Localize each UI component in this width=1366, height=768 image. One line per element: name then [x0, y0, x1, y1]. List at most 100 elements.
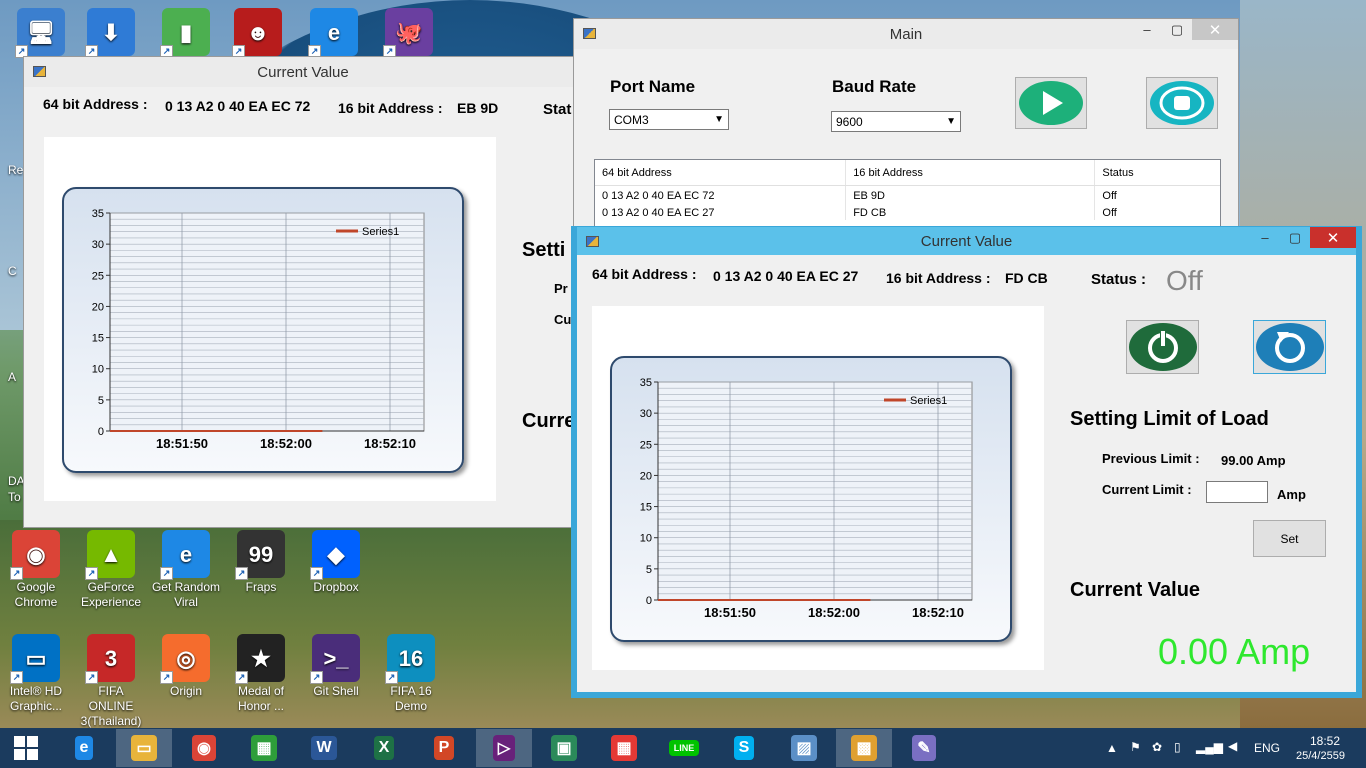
battery-icon[interactable]: ▯: [1174, 740, 1181, 754]
maximize-button[interactable]: ▢: [1162, 19, 1192, 40]
desktop-icon-label: FIFA ONLINE 3(Thailand): [80, 684, 142, 728]
front-window-titlebar[interactable]: Current Value – ▢ ✕: [577, 227, 1356, 255]
taskbar-app-word[interactable]: W: [296, 729, 352, 767]
back-window-titlebar[interactable]: Current Value: [24, 57, 582, 87]
taskbar-app-winforms-app[interactable]: ▩: [836, 729, 892, 767]
taskbar-app-skype[interactable]: S: [716, 729, 772, 767]
photo-icon: ▣: [551, 735, 577, 761]
front-addr64-value: 0 13 A2 0 40 EA EC 27: [713, 268, 859, 284]
desktop-icon-geforce-experience[interactable]: ▲ ↗ GeForce Experience: [75, 530, 147, 610]
back-current-value-window[interactable]: Current Value 64 bit Address : 0 13 A2 0…: [23, 56, 583, 528]
port-name-value: COM3: [614, 112, 649, 127]
start-button[interactable]: [0, 728, 52, 768]
taskbar-apps: e ▭ ◉ ▦ W X P ▷ ▣ ▦ LINE S ▨ ▩ ✎: [56, 729, 956, 767]
plot-area: [109, 212, 425, 432]
refresh-icon: [1255, 323, 1324, 371]
col-header-status[interactable]: Status: [1095, 160, 1220, 185]
app-icon: ▭ ↗: [10, 634, 60, 684]
shortcut-arrow-icon: ↗: [160, 671, 173, 684]
shortcut-arrow-icon: ↗: [85, 567, 98, 580]
app-icon: [583, 28, 596, 39]
minimize-button[interactable]: –: [1132, 19, 1162, 40]
desktop-icon-get-random-viral[interactable]: e ↗ Get Random Viral: [150, 530, 222, 610]
main-window-titlebar[interactable]: Main – ▢ ✕: [574, 19, 1238, 49]
desktop-icon-git-shell[interactable]: >_ ↗ Git Shell: [300, 634, 372, 699]
legend-label: Series1: [362, 226, 399, 238]
desktop-icon-fifa-16-demo[interactable]: 16 ↗ FIFA 16 Demo: [375, 634, 447, 714]
desktop-icon-origin[interactable]: ◎ ↗ Origin: [150, 634, 222, 699]
y-tick-label: 15: [640, 502, 652, 514]
back-setting-partial: Setti: [522, 239, 566, 261]
desktop-icon-github[interactable]: 🐙 ↗: [373, 8, 445, 58]
desktop-icon-google-chrome[interactable]: ◉ ↗ Google Chrome: [0, 530, 72, 610]
baud-rate-select[interactable]: 9600 ▼: [831, 111, 961, 132]
app-icon: 99 ↗: [235, 530, 285, 580]
desktop-icon-notebook[interactable]: ▮ ↗: [150, 8, 222, 58]
desktop-icon-this-pc[interactable]: 🖥 ↗: [5, 8, 77, 58]
taskbar-app-image-viewer[interactable]: ▨: [776, 729, 832, 767]
close-button[interactable]: ✕: [1192, 19, 1238, 40]
desktop-icon-medal-of-honor-[interactable]: ★ ↗ Medal of Honor ...: [225, 634, 297, 714]
minimize-button[interactable]: –: [1250, 227, 1280, 248]
taskbar-app-excel[interactable]: X: [356, 729, 412, 767]
word-icon: W: [311, 736, 337, 760]
close-button[interactable]: ✕: [1310, 227, 1356, 248]
language-indicator[interactable]: ENG: [1254, 741, 1280, 755]
port-name-label: Port Name: [610, 77, 696, 96]
back-addr16-value: EB 9D: [457, 100, 499, 116]
main-window[interactable]: Main – ▢ ✕ Port Name Baud Rate COM3 ▼ 960…: [573, 18, 1239, 239]
stop-button[interactable]: [1146, 77, 1218, 129]
show-hidden-icons-icon[interactable]: ▲: [1106, 741, 1118, 755]
app-icon: [586, 236, 599, 247]
desktop-icon-hacker[interactable]: ☻ ↗: [222, 8, 294, 58]
maximize-button[interactable]: ▢: [1280, 227, 1310, 248]
desktop-icon-ie[interactable]: e ↗: [298, 8, 370, 58]
taskbar-app-visual-studio[interactable]: ▷: [476, 729, 532, 767]
y-tick-label: 0: [646, 595, 652, 607]
taskbar-app-ie[interactable]: e: [56, 729, 112, 767]
table-row[interactable]: 0 13 A2 0 40 EA EC 72 EB 9D Off: [595, 186, 1220, 205]
taskbar-app-chrome[interactable]: ◉: [176, 729, 232, 767]
previous-limit-label: Previous Limit :: [1102, 451, 1200, 466]
notebook-icon: ▮ ↗: [160, 8, 210, 58]
taskbar-app-apps[interactable]: ▦: [596, 729, 652, 767]
table-row[interactable]: 0 13 A2 0 40 EA EC 27 FD CB Off: [595, 205, 1220, 220]
y-tick-label: 5: [646, 564, 652, 576]
col-header-16bit[interactable]: 16 bit Address: [846, 160, 1096, 185]
front-current-value-window[interactable]: Current Value – ▢ ✕ 64 bit Address : 0 1…: [571, 226, 1362, 698]
set-button[interactable]: Set: [1253, 520, 1326, 557]
taskbar-app-line[interactable]: LINE: [656, 729, 712, 767]
taskbar-app-photo[interactable]: ▣: [536, 729, 592, 767]
tray-flag-icon[interactable]: ⚑: [1130, 740, 1141, 754]
taskbar-app-explorer[interactable]: ▭: [116, 729, 172, 767]
port-name-select[interactable]: COM3 ▼: [609, 109, 729, 130]
power-button[interactable]: [1126, 320, 1199, 374]
x-tick-label: 18:52:00: [260, 436, 312, 451]
app-icon: ★ ↗: [235, 634, 285, 684]
clock-time[interactable]: 18:52: [1310, 734, 1340, 748]
taskbar-app-powerpoint[interactable]: P: [416, 729, 472, 767]
taskbar-app-paint[interactable]: ✎: [896, 729, 952, 767]
powerpoint-icon: P: [433, 736, 455, 760]
x-tick-label: 18:52:10: [364, 436, 416, 451]
desktop-icon-intel-hd-graphic-[interactable]: ▭ ↗ Intel® HD Graphic...: [0, 634, 72, 714]
desktop-icon-dropbox[interactable]: ◆ ↗ Dropbox: [300, 530, 372, 595]
windows-logo-icon: [14, 736, 38, 760]
volume-icon[interactable]: ◀: [1228, 739, 1237, 753]
connect-button[interactable]: [1015, 77, 1087, 129]
front-addr16-value: FD CB: [1005, 270, 1048, 286]
col-header-64bit[interactable]: 64 bit Address: [595, 160, 847, 185]
baud-rate-value: 9600: [836, 114, 863, 129]
current-limit-input[interactable]: [1206, 481, 1268, 503]
clock-date[interactable]: 25/4/2559: [1296, 750, 1345, 762]
network-icon[interactable]: ▂▄▆: [1196, 740, 1223, 754]
desktop-icon-setup[interactable]: ⬇ ↗: [75, 8, 147, 58]
desktop-icon-fraps[interactable]: 99 ↗ Fraps: [225, 530, 297, 595]
refresh-button[interactable]: [1253, 320, 1326, 374]
tray-shield-icon[interactable]: ✿: [1152, 740, 1162, 754]
desktop-icon-fifa-online-3-thailand-[interactable]: 3 ↗ FIFA ONLINE 3(Thailand): [75, 634, 147, 729]
ie-icon: e: [74, 736, 94, 760]
taskbar-app-store[interactable]: ▦: [236, 729, 292, 767]
desktop-icon-label: Medal of Honor ...: [237, 684, 285, 713]
chevron-down-icon: ▼: [714, 114, 724, 125]
